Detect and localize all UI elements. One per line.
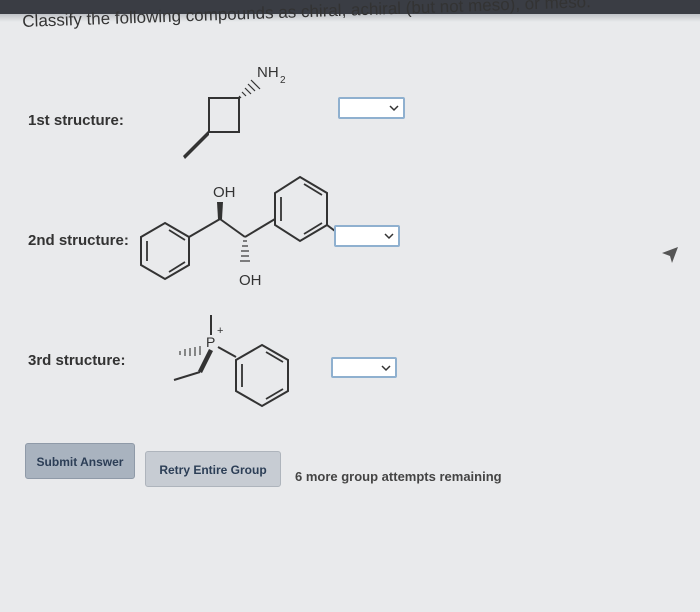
benzene-ring [235,343,289,408]
chevron-down-icon [381,364,391,371]
hydroxyl-top-label: OH [213,184,236,201]
structure-2-select[interactable] [334,225,400,247]
structure-2-molecule: OH OH [140,175,335,289]
cyclobutane-ring [208,97,240,133]
hashed-wedge-bond [179,346,201,356]
structure-3-molecule: P + [173,315,289,408]
attempts-remaining-text: 6 more group attempts remaining [295,469,502,484]
structure-2-label: 2nd structure: [28,232,129,249]
hashed-wedge-bond [238,79,261,99]
solid-wedge-bond [217,202,223,219]
submit-answer-button[interactable]: Submit Answer [25,443,135,479]
structure-1-molecule: NH 2 [183,64,286,159]
positive-charge-label: + [217,325,223,337]
left-benzene-ring [140,221,190,281]
chevron-down-icon [384,233,394,240]
structure-3-select[interactable] [331,357,397,378]
chevron-down-icon [389,105,399,112]
structure-1-select[interactable] [338,97,405,119]
structure-3-label: 3rd structure: [28,352,126,369]
hashed-wedge-bond [240,240,250,262]
amine-group-label: NH [257,64,279,81]
right-benzene-ring [274,175,328,243]
retry-entire-group-button[interactable]: Retry Entire Group [145,451,281,487]
solid-wedge-bond [183,130,209,159]
amine-group-subscript: 2 [280,75,286,86]
mouse-cursor-icon [662,247,678,263]
structure-1-label: 1st structure: [28,112,124,129]
phosphorus-atom-label: P [206,334,215,350]
hydroxyl-bottom-label: OH [239,272,262,289]
